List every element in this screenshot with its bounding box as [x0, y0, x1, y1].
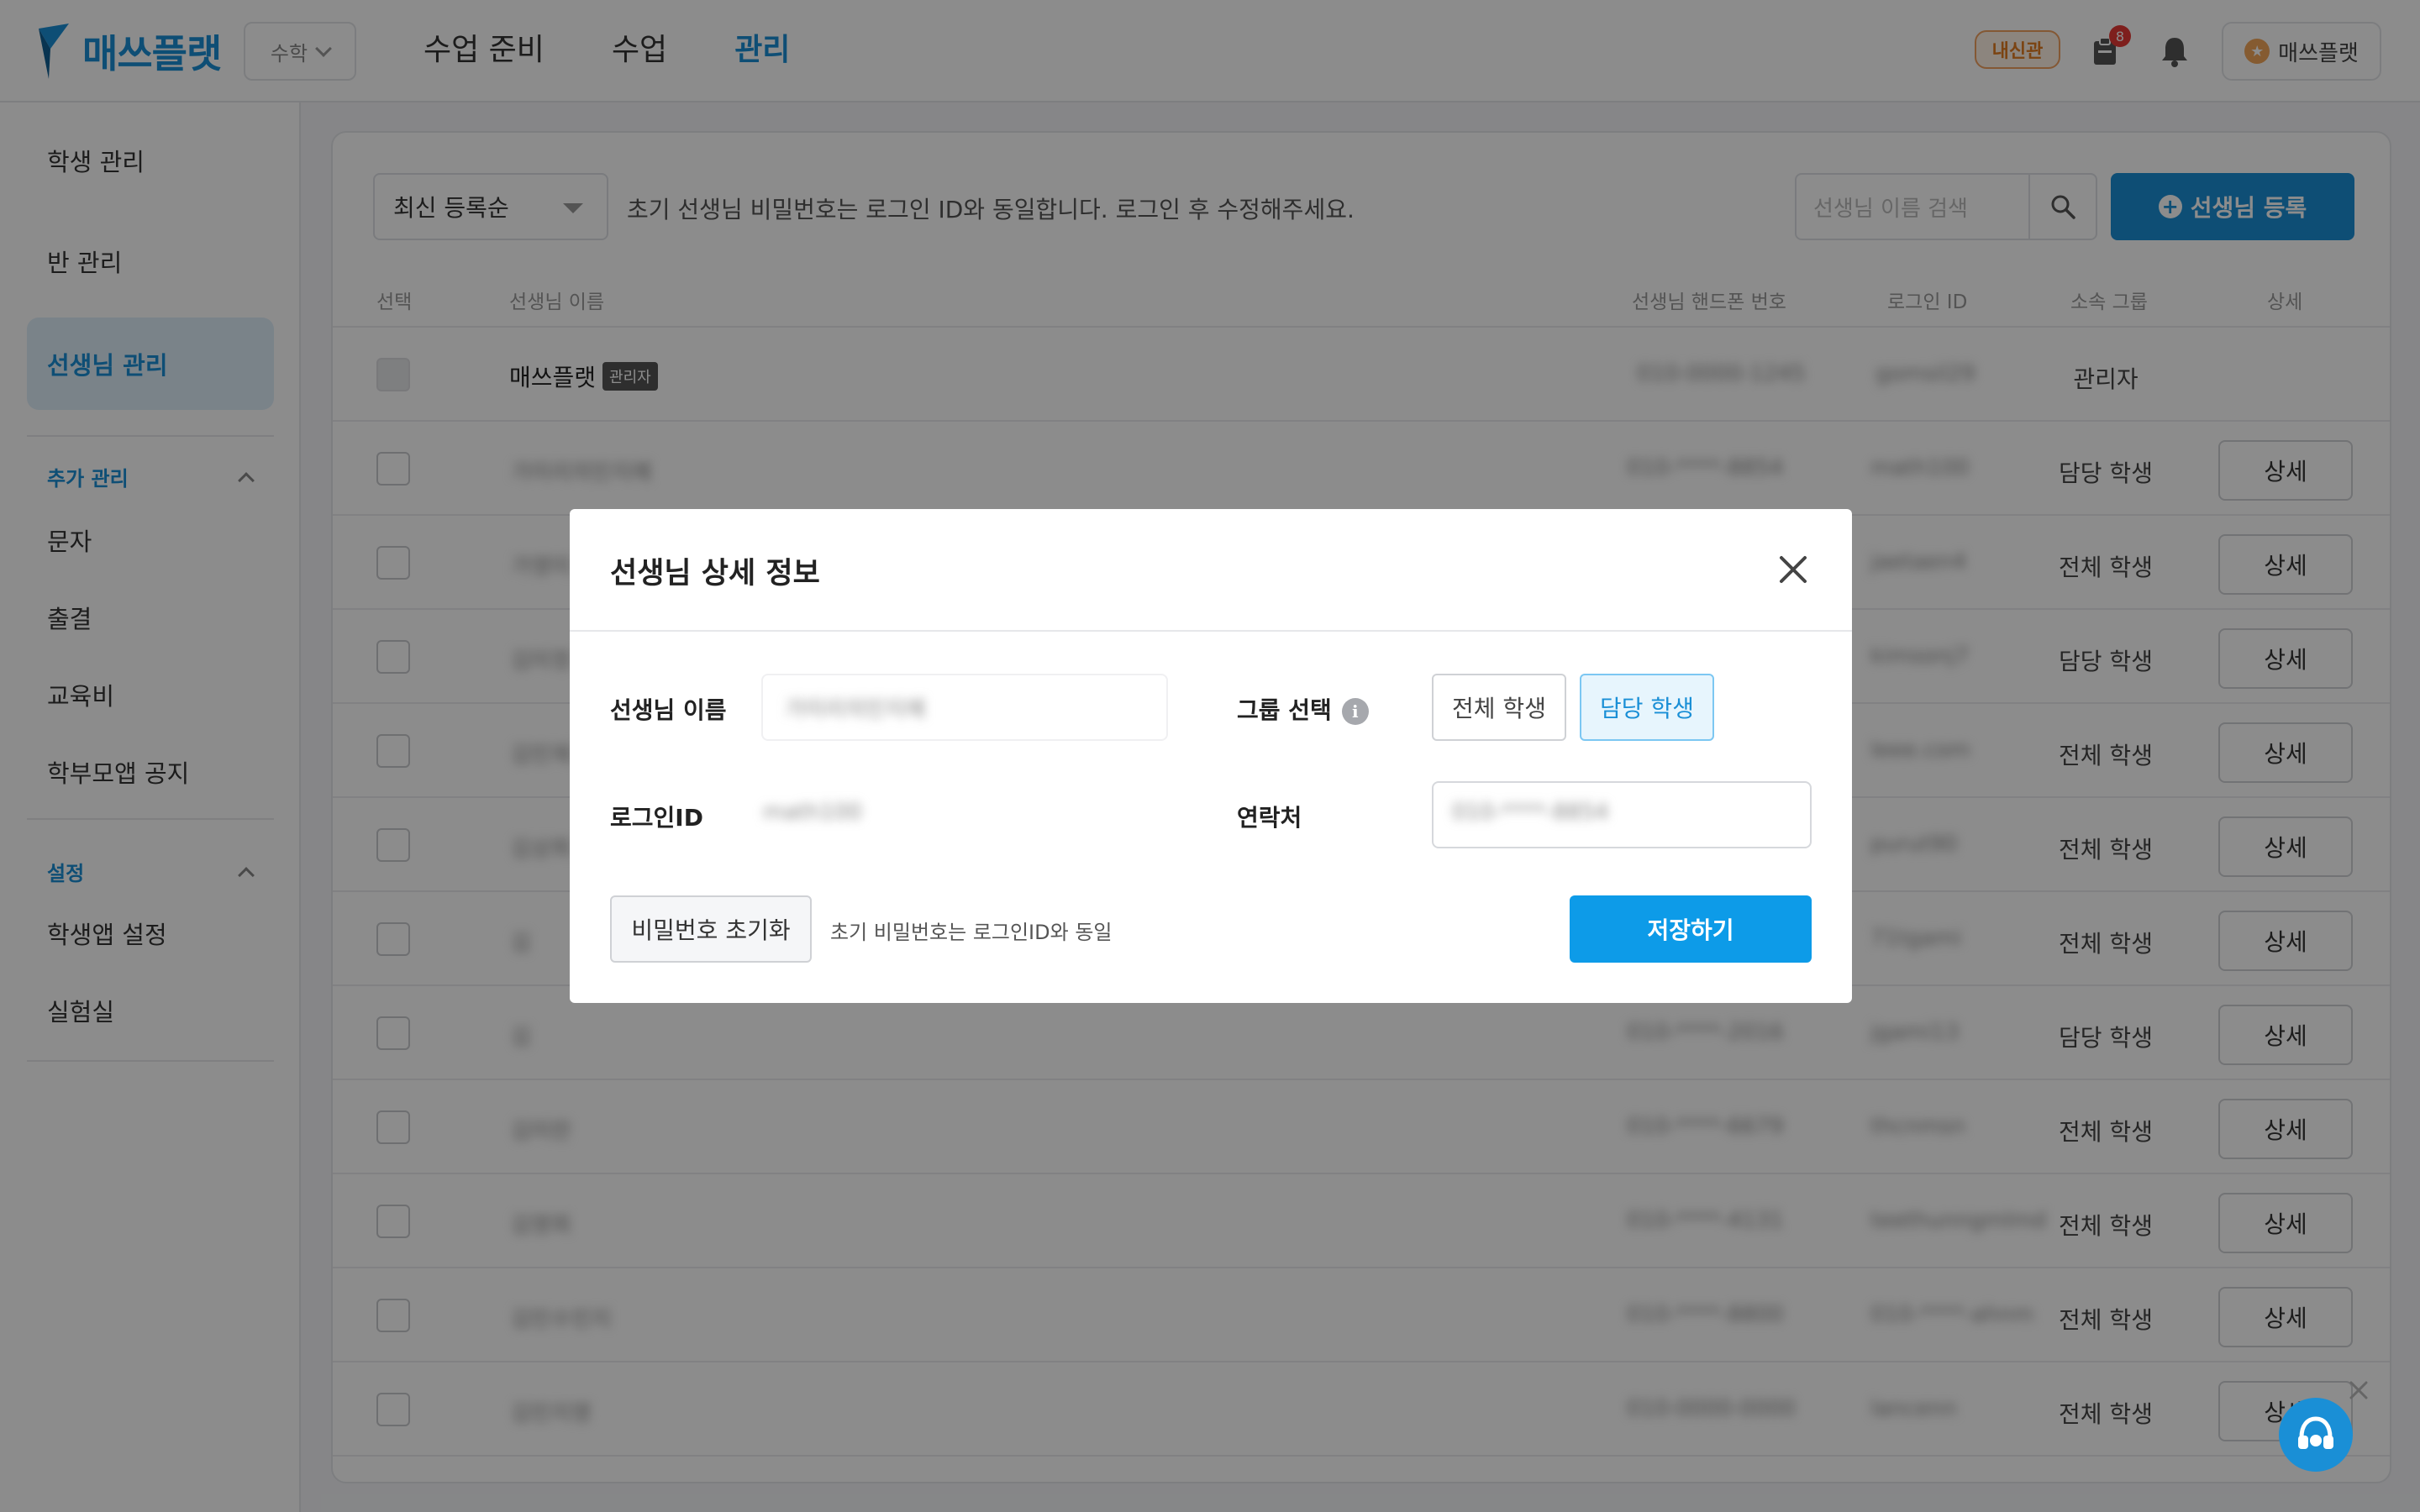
- name-label: 선생님 이름: [610, 696, 727, 724]
- reset-password-button[interactable]: 비밀번호 초기화: [610, 895, 812, 963]
- close-icon[interactable]: [1775, 551, 1812, 588]
- group-mine-button[interactable]: 담당 학생: [1580, 674, 1714, 741]
- group-all-button[interactable]: 전체 학생: [1432, 674, 1566, 741]
- group-label-text: 그룹 선택: [1237, 696, 1332, 724]
- group-label: 그룹 선택 i: [1237, 692, 1369, 726]
- teacher-detail-modal: 선생님 상세 정보 선생님 이름 가미리의민지예 그룹 선택 i 전체 학생 담당…: [570, 509, 1852, 1003]
- modal-divider: [570, 630, 1852, 632]
- teacher-name-value: 가미리의민지예: [785, 697, 926, 722]
- modal-title: 선생님 상세 정보: [610, 557, 820, 591]
- login-id-label: 로그인ID: [610, 804, 703, 832]
- info-icon[interactable]: i: [1341, 698, 1369, 725]
- save-button[interactable]: 저장하기: [1570, 895, 1812, 963]
- headset-icon: [2298, 1416, 2333, 1449]
- contact-value: 010-****-8854: [1452, 800, 1609, 825]
- contact-input[interactable]: 010-****-8854: [1432, 781, 1812, 848]
- login-id-value: math100: [763, 800, 862, 825]
- help-chat-button[interactable]: [2279, 1398, 2353, 1472]
- close-icon[interactable]: [2346, 1378, 2371, 1403]
- reset-password-hint: 초기 비밀번호는 로그인ID와 동일: [830, 921, 1113, 944]
- teacher-name-input[interactable]: 가미리의민지예: [761, 674, 1168, 741]
- contact-label: 연락처: [1237, 804, 1302, 832]
